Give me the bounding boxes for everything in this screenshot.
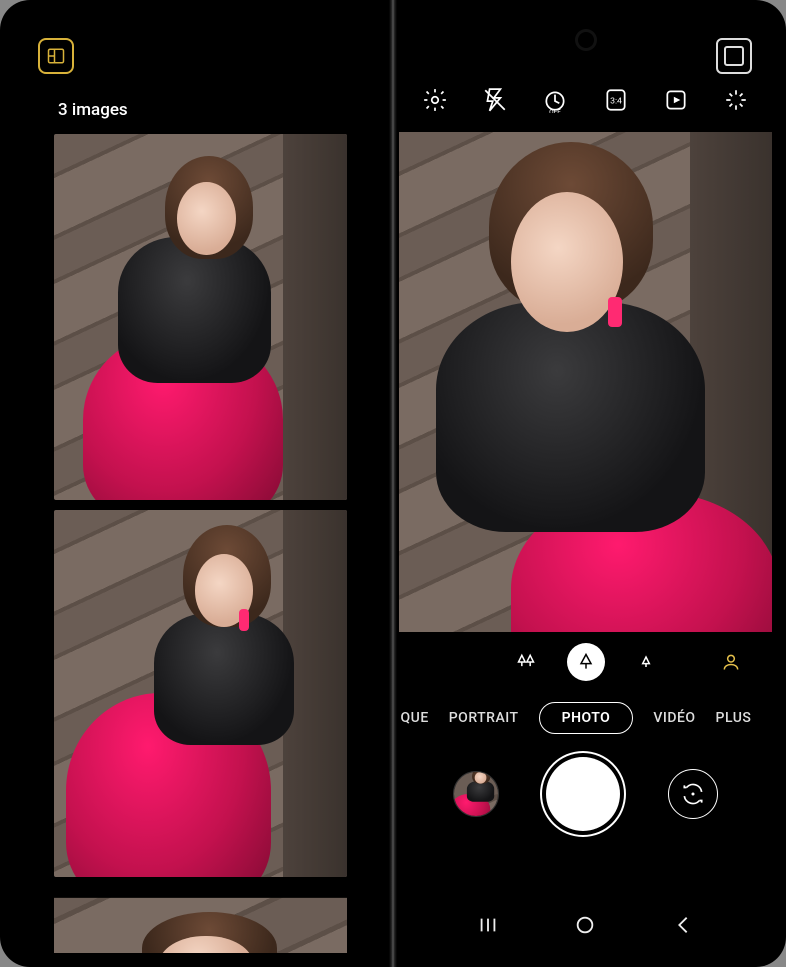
motion-photo-icon — [663, 87, 689, 113]
switch-camera-icon — [680, 781, 706, 807]
tree-small-icon — [636, 652, 656, 672]
svg-text:3:4: 3:4 — [610, 96, 622, 106]
filters-icon — [723, 87, 749, 113]
mode-plus[interactable]: PLUS — [716, 710, 752, 726]
right-screen: OFF 3:4 — [399, 14, 772, 953]
mode-photo[interactable]: PHOTO — [539, 702, 634, 734]
cover-screen-toggle[interactable] — [716, 38, 752, 74]
aspect-ratio-icon: 3:4 — [603, 87, 629, 113]
home-icon — [574, 914, 596, 936]
system-navbar — [399, 897, 772, 953]
device-hinge — [389, 0, 397, 967]
settings-icon — [422, 87, 448, 113]
flash-button[interactable] — [480, 85, 510, 115]
nav-recents-button[interactable] — [475, 912, 501, 938]
zoom-row-wrap — [399, 632, 772, 692]
switch-camera-button[interactable] — [668, 769, 718, 819]
settings-button[interactable] — [420, 85, 450, 115]
cover-screen-icon — [724, 46, 743, 65]
shutter-button[interactable] — [546, 757, 620, 831]
tree-icon — [576, 652, 596, 672]
filters-button[interactable] — [721, 85, 751, 115]
camera-toolbar: OFF 3:4 — [399, 68, 772, 132]
selfie-angle-button[interactable] — [712, 643, 750, 681]
mode-video[interactable]: VIDÉO — [653, 710, 695, 726]
trees-two-icon — [516, 652, 536, 672]
gallery-thumb-2[interactable] — [54, 510, 347, 876]
last-shot-image — [453, 771, 499, 817]
front-camera-hole — [578, 32, 594, 48]
camera-viewfinder[interactable] — [399, 132, 772, 632]
recents-icon — [477, 914, 499, 936]
thumb-image — [54, 134, 347, 500]
viewfinder-image — [399, 132, 772, 632]
thumb-image — [54, 887, 347, 954]
zoom-tele-button[interactable] — [627, 643, 665, 681]
person-icon — [721, 652, 741, 672]
gallery-scroll[interactable] — [14, 134, 387, 953]
svg-text:OFF: OFF — [550, 108, 562, 113]
nav-home-button[interactable] — [572, 912, 598, 938]
timer-button[interactable]: OFF — [540, 85, 570, 115]
panel-layout-icon — [47, 47, 65, 65]
thumb-image — [54, 510, 347, 876]
nav-back-button[interactable] — [670, 912, 696, 938]
gallery-thumb-1[interactable] — [54, 134, 347, 500]
motion-photo-button[interactable] — [661, 85, 691, 115]
gallery-count-label: 3 images — [14, 14, 387, 134]
zoom-wide-button[interactable] — [567, 643, 605, 681]
aspect-ratio-button[interactable]: 3:4 — [601, 85, 631, 115]
mode-panoramique[interactable]: NIQUE — [399, 710, 429, 726]
gallery-thumb-3[interactable] — [54, 887, 347, 954]
zoom-ultrawide-button[interactable] — [507, 643, 545, 681]
back-icon — [672, 914, 694, 936]
foldable-device-frame: 3 images — [0, 0, 786, 967]
shutter-row — [399, 744, 772, 844]
last-shot-thumbnail[interactable] — [453, 771, 499, 817]
left-screen: 3 images — [14, 14, 387, 953]
mode-selector[interactable]: NIQUE PORTRAIT PHOTO VIDÉO PLUS — [399, 692, 772, 744]
panel-layout-toggle[interactable] — [38, 38, 74, 74]
mode-portrait[interactable]: PORTRAIT — [449, 710, 519, 726]
timer-off-icon: OFF — [542, 87, 568, 113]
flash-off-icon — [482, 87, 508, 113]
